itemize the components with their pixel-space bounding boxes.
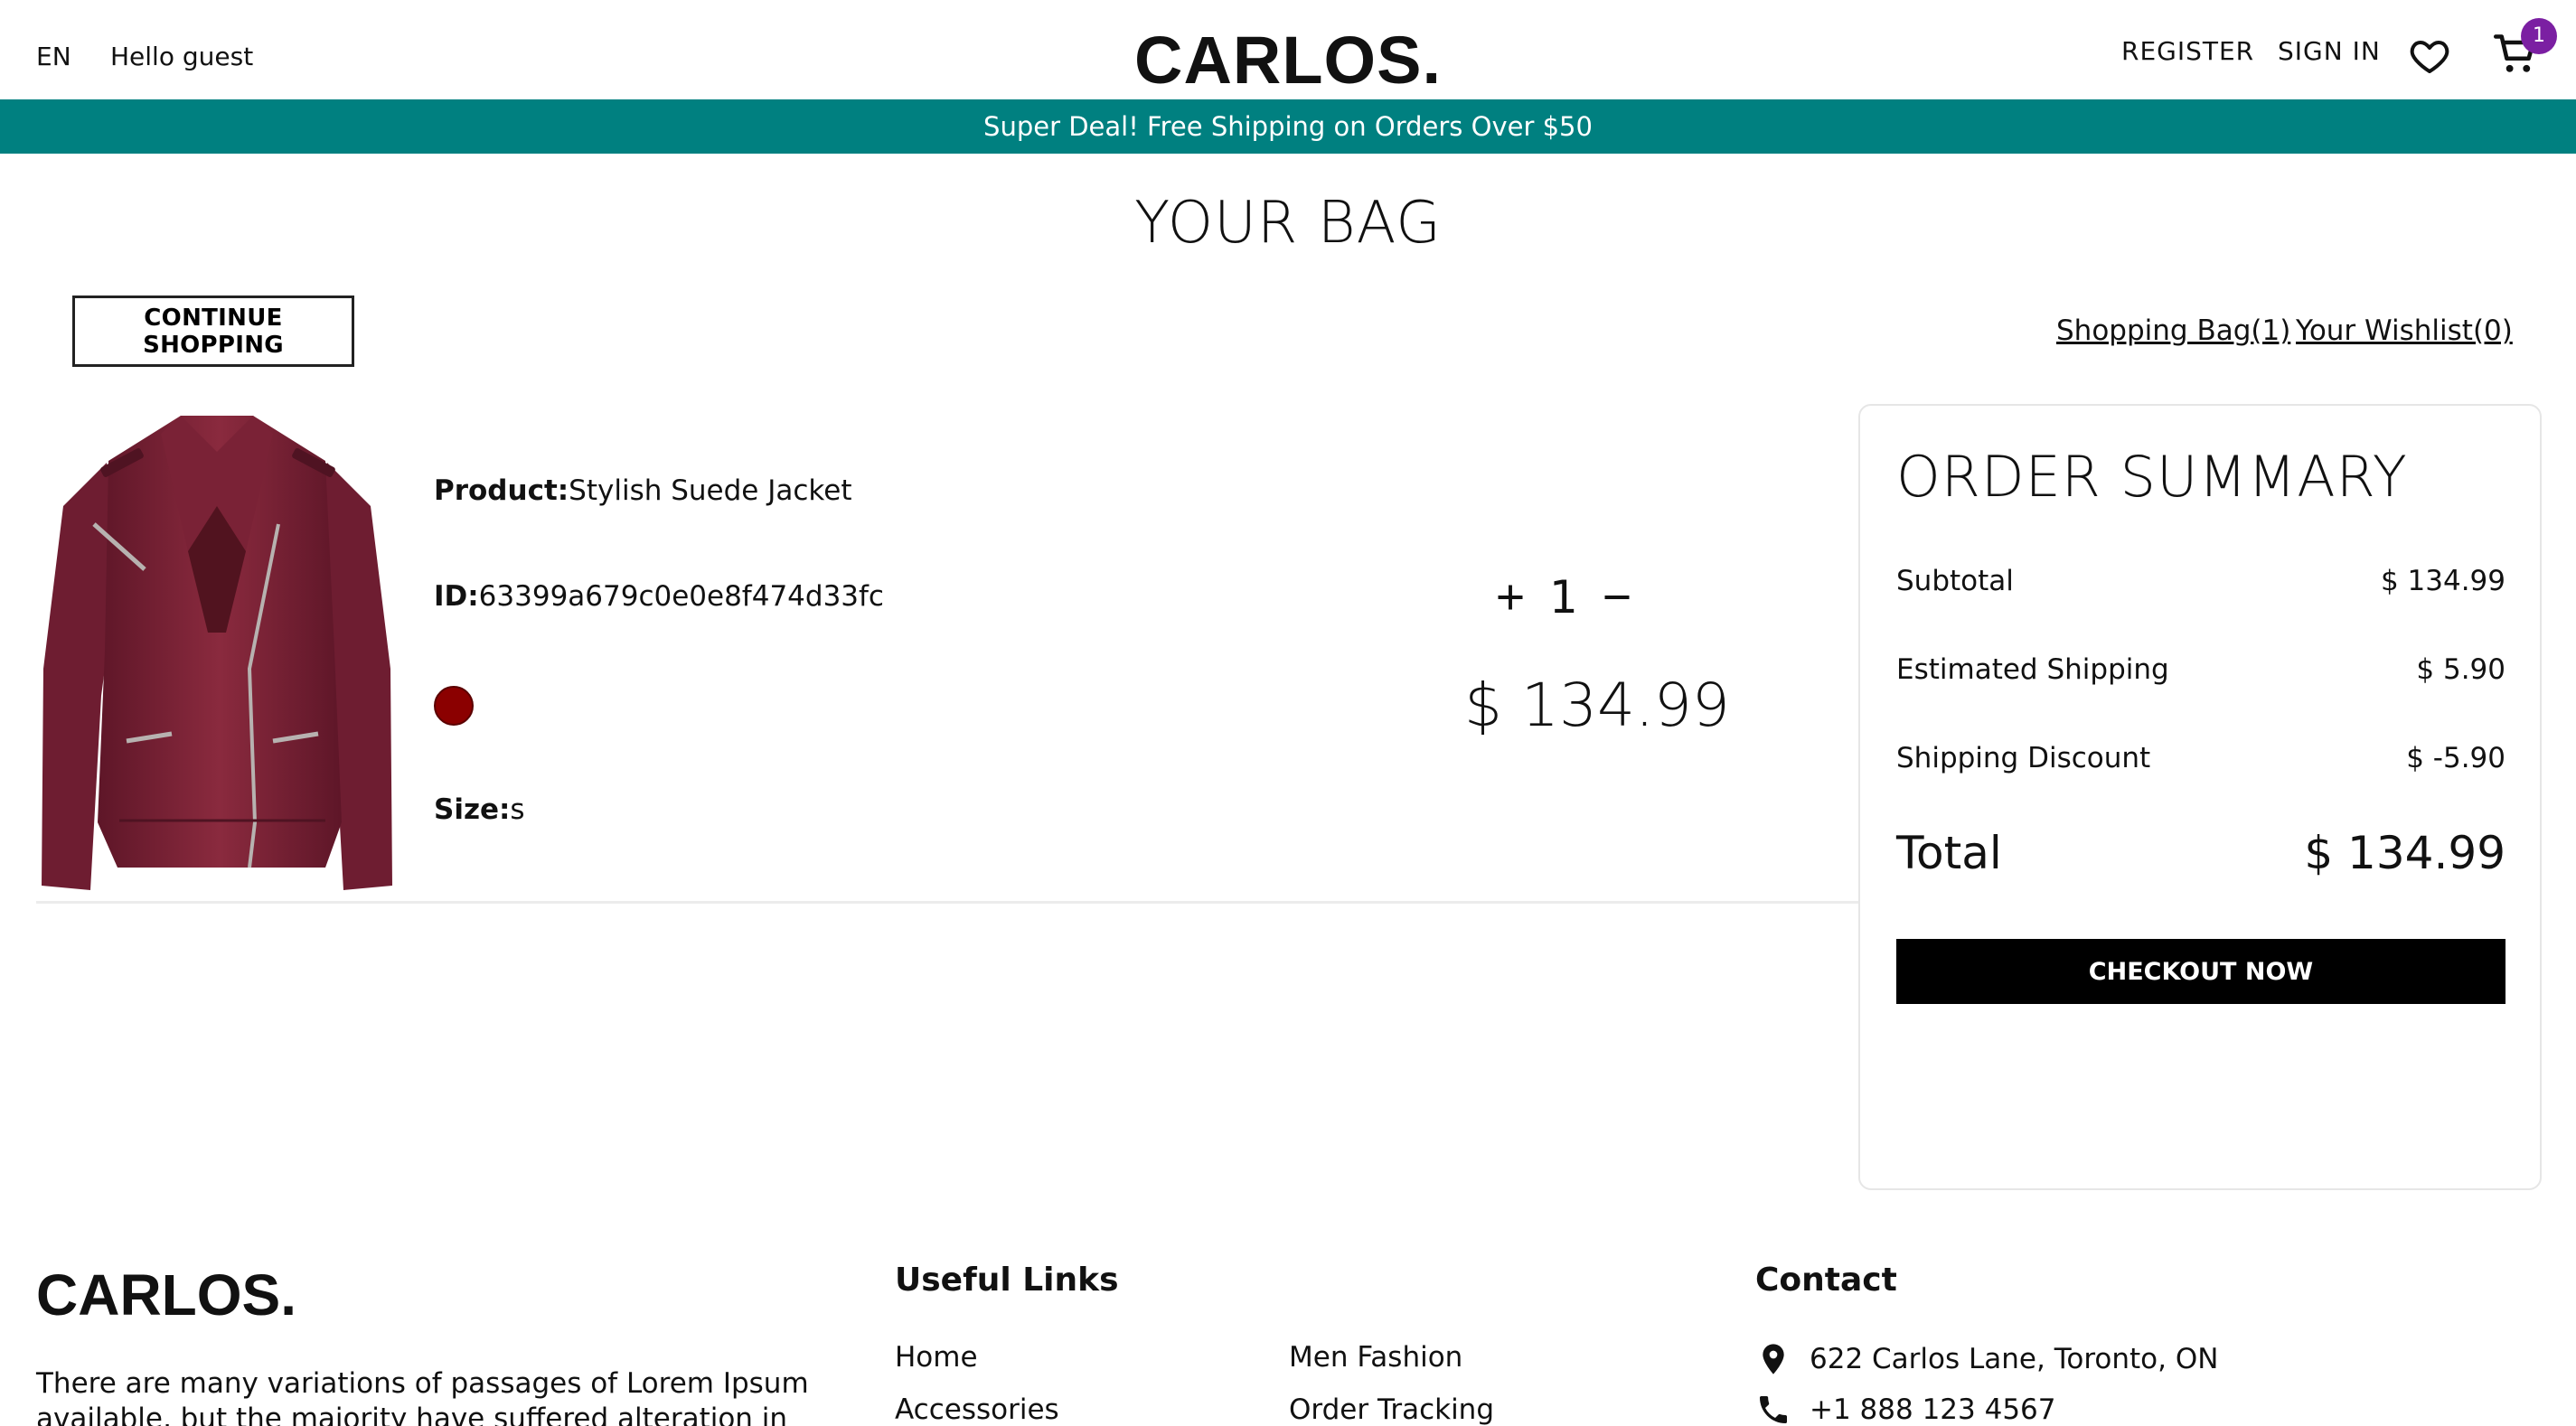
location-pin-icon <box>1755 1341 1791 1377</box>
footer-logo: CARLOS. <box>36 1262 296 1327</box>
shipping-label: Estimated Shipping <box>1896 653 2169 686</box>
size-label: Size: <box>434 793 511 826</box>
total-label: Total <box>1896 827 2002 879</box>
shopping-bag-link[interactable]: Shopping Bag(1) <box>2056 314 2290 347</box>
footer-link-men-fashion[interactable]: Men Fashion <box>1289 1341 1462 1374</box>
item-price: $ 134.99 <box>1464 671 1730 740</box>
product-name: Stylish Suede Jacket <box>569 474 852 507</box>
summary-row-shipping: Estimated Shipping $ 5.90 <box>1896 653 2505 686</box>
sign-in-link[interactable]: SIGN IN <box>2278 36 2381 66</box>
order-summary-card: ORDER SUMMARY Subtotal $ 134.99 Estimate… <box>1858 404 2542 1190</box>
increase-quantity-button[interactable] <box>1491 578 1529 616</box>
contact-title: Contact <box>1755 1262 1897 1299</box>
summary-row-discount: Shipping Discount $ -5.90 <box>1896 742 2505 774</box>
discount-label: Shipping Discount <box>1896 742 2151 774</box>
product-color-swatch <box>434 686 474 726</box>
footer-description: There are many variations of passages of… <box>36 1367 809 1426</box>
heart-icon[interactable] <box>2408 34 2451 78</box>
top-nav: EN Hello guest CARLOS. REGISTER SIGN IN … <box>0 0 2576 99</box>
product-label: Product: <box>434 474 569 507</box>
cart-count-badge: 1 <box>2521 18 2557 54</box>
footer-link-accessories[interactable]: Accessories <box>895 1393 1059 1426</box>
summary-row-subtotal: Subtotal $ 134.99 <box>1896 565 2505 597</box>
product-id-row: ID:63399a679c0e0e8f474d33fc <box>434 580 884 613</box>
item-divider <box>36 901 1858 904</box>
continue-shopping-button[interactable]: CONTINUE SHOPPING <box>72 296 354 367</box>
product-size-row: Size:s <box>434 793 525 826</box>
contact-address: 622 Carlos Lane, Toronto, ON <box>1755 1341 2218 1377</box>
phone-icon <box>1755 1392 1791 1426</box>
contact-phone: +1 888 123 4567 <box>1755 1392 2056 1426</box>
total-value: $ 134.99 <box>2304 827 2505 879</box>
subtotal-label: Subtotal <box>1896 565 2014 597</box>
page-title: YOUR BAG <box>1134 190 1442 257</box>
id-label: ID: <box>434 580 479 613</box>
quantity-stepper: 1 <box>1491 571 1636 624</box>
promo-banner: Super Deal! Free Shipping on Orders Over… <box>0 99 2576 154</box>
footer-link-home[interactable]: Home <box>895 1341 978 1374</box>
checkout-now-button[interactable]: CHECKOUT NOW <box>1896 939 2505 1004</box>
phone-text: +1 888 123 4567 <box>1810 1393 2056 1426</box>
useful-links-title: Useful Links <box>895 1262 1119 1299</box>
shipping-value: $ 5.90 <box>2416 653 2505 686</box>
site-logo[interactable]: CARLOS. <box>1134 23 1442 98</box>
quantity-value: 1 <box>1549 571 1578 624</box>
product-name-row: Product:Stylish Suede Jacket <box>434 474 852 507</box>
address-text: 622 Carlos Lane, Toronto, ON <box>1810 1343 2219 1375</box>
wishlist-link[interactable]: Your Wishlist(0) <box>2296 314 2513 347</box>
register-link[interactable]: REGISTER <box>2121 36 2254 66</box>
discount-value: $ -5.90 <box>2406 742 2505 774</box>
subtotal-value: $ 134.99 <box>2380 565 2505 597</box>
footer-link-order-tracking[interactable]: Order Tracking <box>1289 1393 1494 1426</box>
order-summary-title: ORDER SUMMARY <box>1896 444 2408 510</box>
product-image[interactable] <box>36 398 398 904</box>
summary-row-total: Total $ 134.99 <box>1896 827 2505 879</box>
product-id: 63399a679c0e0e8f474d33fc <box>478 580 884 613</box>
product-size: s <box>510 793 525 826</box>
decrease-quantity-button[interactable] <box>1598 578 1636 616</box>
